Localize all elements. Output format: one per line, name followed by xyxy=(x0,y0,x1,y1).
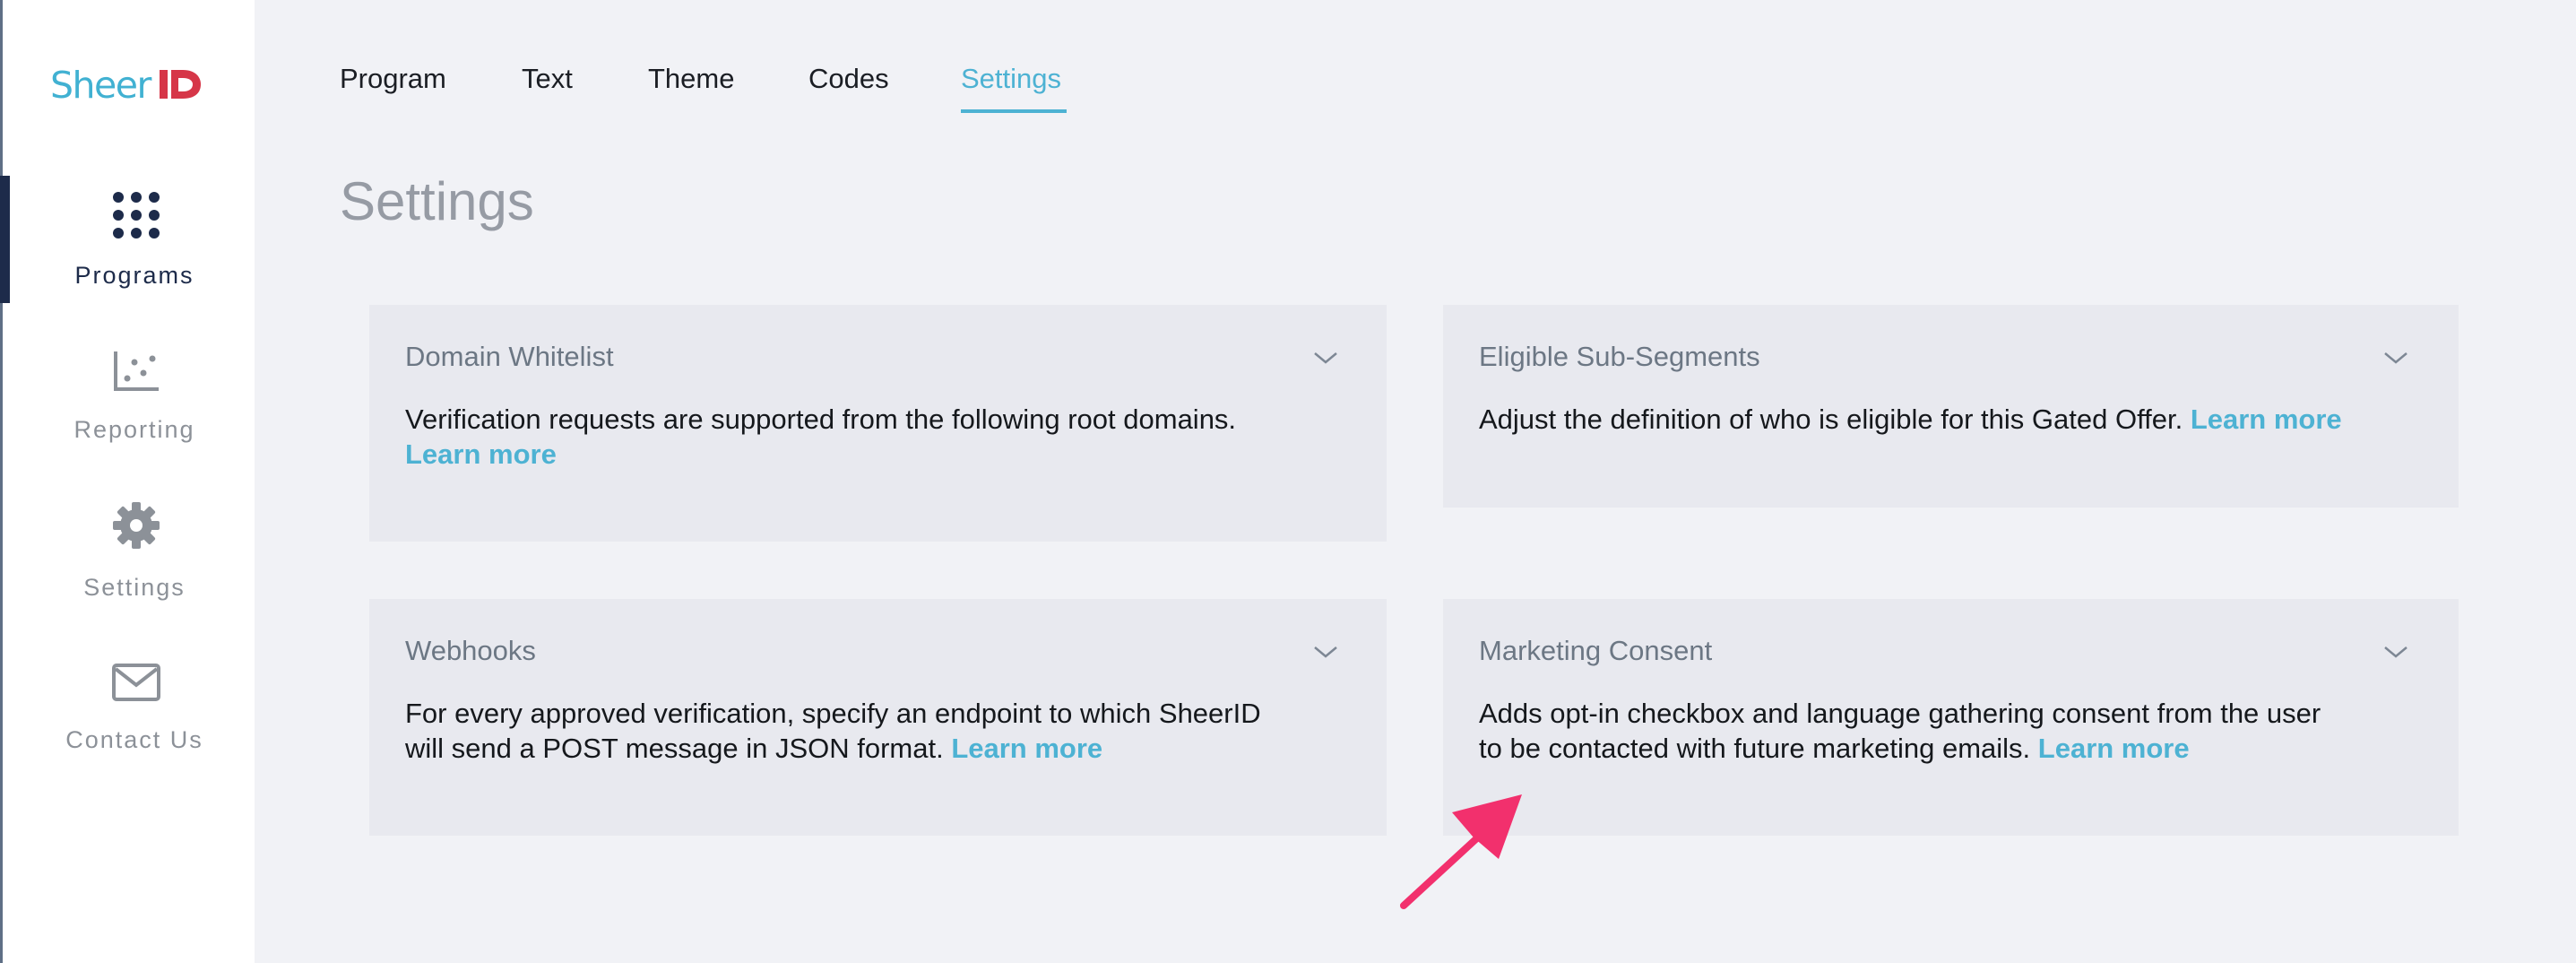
card-eligible-sub-segments[interactable]: Eligible Sub-Segments Adjust the definit… xyxy=(1443,305,2459,508)
card-title: Webhooks xyxy=(405,635,536,666)
sidebar-item-label: Contact Us xyxy=(65,726,203,753)
card-description: Adds opt-in checkbox and language gather… xyxy=(1479,696,2321,766)
sidebar: Sheer Programs Reporting Settings Contac… xyxy=(0,0,255,963)
grid-dots-icon xyxy=(113,192,160,239)
gear-icon xyxy=(113,502,160,549)
card-webhooks[interactable]: Webhooks For every approved verification… xyxy=(369,599,1387,836)
window-edge xyxy=(0,0,3,963)
card-description-text: Adjust the definition of who is eligible… xyxy=(1479,403,2183,435)
tab-theme[interactable]: Theme xyxy=(648,63,734,95)
tab-text[interactable]: Text xyxy=(522,63,573,95)
card-title: Eligible Sub-Segments xyxy=(1479,341,1760,372)
tab-codes[interactable]: Codes xyxy=(808,63,889,95)
sidebar-item-label: Reporting xyxy=(73,416,195,443)
logo-mark-icon xyxy=(160,70,201,99)
card-description: Adjust the definition of who is eligible… xyxy=(1479,402,2342,437)
learn-more-link[interactable]: Learn more xyxy=(2191,403,2342,435)
scatter-chart-icon xyxy=(114,351,159,391)
tab-settings[interactable]: Settings xyxy=(961,63,1061,95)
sidebar-item-label: Programs xyxy=(74,262,194,289)
page-title: Settings xyxy=(340,171,534,231)
sidebar-item-settings[interactable]: Settings xyxy=(0,497,255,631)
card-description-text: Verification requests are supported from… xyxy=(405,403,1237,435)
app-window: Sheer Programs Reporting Settings Contac… xyxy=(0,0,2576,963)
card-description-text: Adds opt-in checkbox and language gather… xyxy=(1479,698,2321,729)
logo-text: Sheer xyxy=(50,64,151,107)
sidebar-item-programs[interactable]: Programs xyxy=(0,176,255,310)
sidebar-item-contact-us[interactable]: Contact Us xyxy=(0,655,255,789)
annotation-arrow-icon xyxy=(1400,794,1522,909)
learn-more-link[interactable]: Learn more xyxy=(2038,733,2190,764)
card-domain-whitelist[interactable]: Domain Whitelist Verification requests a… xyxy=(369,305,1387,542)
card-description-text: to be contacted with future marketing em… xyxy=(1479,733,2031,764)
sheerid-logo[interactable]: Sheer xyxy=(50,63,212,108)
learn-more-link[interactable]: Learn more xyxy=(951,733,1102,764)
card-title: Marketing Consent xyxy=(1479,635,1713,666)
tab-program[interactable]: Program xyxy=(340,63,446,95)
card-description: For every approved verification, specify… xyxy=(405,696,1261,766)
chevron-down-icon[interactable] xyxy=(1312,350,1339,366)
sidebar-item-reporting[interactable]: Reporting xyxy=(0,341,255,475)
card-title: Domain Whitelist xyxy=(405,341,614,372)
card-marketing-consent[interactable]: Marketing Consent Adds opt-in checkbox a… xyxy=(1443,599,2459,836)
card-description-text: will send a POST message in JSON format. xyxy=(405,733,944,764)
active-tab-underline xyxy=(961,109,1067,113)
card-description-text: For every approved verification, specify… xyxy=(405,698,1261,729)
chevron-down-icon[interactable] xyxy=(1312,644,1339,660)
sidebar-item-label: Settings xyxy=(83,574,186,601)
envelope-icon xyxy=(112,664,160,701)
learn-more-link[interactable]: Learn more xyxy=(405,438,557,470)
chevron-down-icon[interactable] xyxy=(2382,644,2409,660)
card-description: Verification requests are supported from… xyxy=(405,402,1236,472)
chevron-down-icon[interactable] xyxy=(2382,350,2409,366)
